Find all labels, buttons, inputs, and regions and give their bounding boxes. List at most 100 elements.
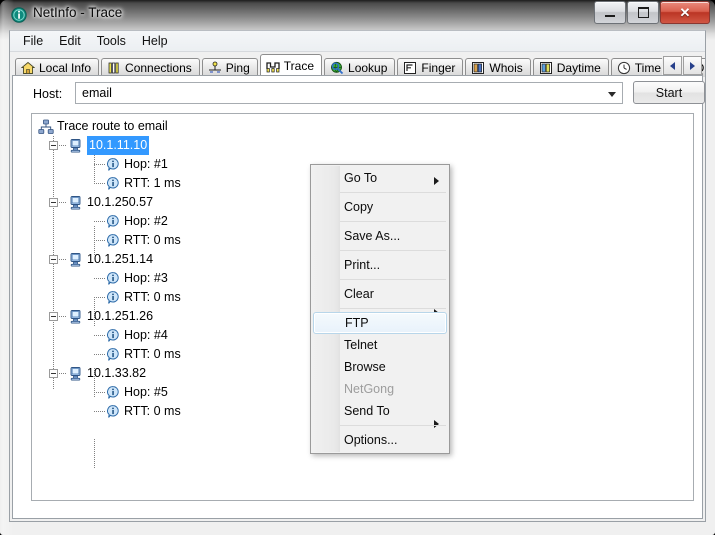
window-controls: ✕ [593,1,710,24]
tree-node-ip[interactable]: 10.1.33.82 [87,364,146,383]
tree-hop-label: Hop: #5 [124,383,168,402]
tree-connector [59,145,67,146]
close-button[interactable]: ✕ [660,1,710,24]
tab-label: Finger [421,62,455,74]
scroll-tabs-right-button[interactable] [683,56,702,75]
tree-node-ip[interactable]: 10.1.251.26 [87,307,153,326]
tree-hop-label: Hop: #4 [124,326,168,345]
ctx-ftp[interactable]: FTP [313,312,447,334]
tab-label: Daytime [557,62,601,74]
connections-icon [107,61,121,75]
host-label: Host: [33,87,62,101]
collapse-toggle[interactable] [49,198,58,207]
chevron-left-icon [670,62,675,70]
tab-label: Ping [226,62,250,74]
tree-node-ip[interactable]: 10.1.251.14 [87,250,153,269]
trace-icon [266,59,280,73]
close-icon: ✕ [680,6,691,19]
tree-hop-label: Hop: #3 [124,269,168,288]
daytime-icon [539,61,553,75]
tab-label: Whois [489,62,522,74]
host-input[interactable]: email [82,86,112,100]
ctx-print[interactable]: Print... [311,254,449,276]
collapse-toggle[interactable] [49,141,58,150]
tab-label: Local Info [39,62,91,74]
tab-trace[interactable]: Trace [260,54,322,77]
info-bubble-icon [105,214,121,230]
tab-label: Lookup [348,62,387,74]
tree-root-label: Trace route to email [57,117,168,136]
tree-node-ip[interactable]: 10.1.11.10 [87,136,149,155]
start-button[interactable]: Start [633,81,705,104]
menu-separator [340,279,446,280]
clock-icon [617,61,631,75]
tree-rtt-label: RTT: 1 ms [124,174,181,193]
host-combobox[interactable]: email [75,82,623,104]
maximize-button[interactable] [627,1,659,24]
tree-rtt-label: RTT: 0 ms [124,402,181,421]
ctx-save-as[interactable]: Save As... [311,225,449,247]
ctx-telnet[interactable]: Telnet [311,334,449,356]
ctx-send-to[interactable]: Send To [311,400,449,422]
tree-rtt-label: RTT: 0 ms [124,288,181,307]
tree-connector [59,373,67,374]
minimize-button[interactable] [594,1,626,24]
tree-node-ip[interactable]: 10.1.250.57 [87,193,153,212]
tree-root-item[interactable]: Trace route to email [32,117,693,136]
tree-hop-label: Hop: #1 [124,155,168,174]
tree-child-line [94,439,95,468]
title-bar[interactable]: NetInfo - Trace ✕ [0,0,715,30]
info-bubble-icon [105,157,121,173]
globe-search-icon [330,61,344,75]
collapse-toggle[interactable] [49,312,58,321]
ctx-browse[interactable]: Browse [311,356,449,378]
context-menu[interactable]: Go To Copy Save As... Print... Clear FTP… [310,164,450,454]
info-bubble-icon [105,347,121,363]
menu-separator [340,221,446,222]
window-title: NetInfo - Trace [33,5,122,20]
ctx-options[interactable]: Options... [311,429,449,451]
tab-label: Trace [284,60,314,72]
menu-separator [340,308,446,309]
info-bubble-icon [105,404,121,420]
scroll-tabs-left-button[interactable] [663,56,682,75]
info-bubble-icon [105,328,121,344]
tab-label: Connections [125,62,192,74]
info-bubble-icon [105,233,121,249]
collapse-toggle[interactable] [49,369,58,378]
tree-rtt-label: RTT: 0 ms [124,345,181,364]
menu-tools[interactable]: Tools [89,32,134,51]
menu-separator [340,425,446,426]
ping-icon [208,61,222,75]
maximize-icon [638,7,649,18]
info-bubble-icon [105,271,121,287]
tab-label: Time [635,62,661,74]
chevron-down-icon[interactable] [608,92,616,97]
ctx-clear[interactable]: Clear [311,283,449,305]
menu-help[interactable]: Help [134,32,176,51]
client-area: File Edit Tools Help Local Info [9,30,706,522]
menu-bar: File Edit Tools Help [10,31,705,52]
computer-icon [68,138,84,154]
tree-hop-node[interactable]: 10.1.11.10 [32,136,693,155]
host-row: Host: email Start [13,76,702,114]
menu-file[interactable]: File [15,32,51,51]
computer-icon [68,252,84,268]
menu-edit[interactable]: Edit [51,32,89,51]
computer-icon [68,309,84,325]
minimize-icon [605,15,615,17]
house-icon [21,61,35,75]
finger-icon [403,61,417,75]
menu-separator [340,250,446,251]
tree-hop-label: Hop: #2 [124,212,168,231]
computer-icon [68,366,84,382]
ctx-go-to[interactable]: Go To [311,167,449,189]
tree-rtt-label: RTT: 0 ms [124,231,181,250]
ctx-copy[interactable]: Copy [311,196,449,218]
collapse-toggle[interactable] [49,255,58,264]
computer-icon [68,195,84,211]
tree-connector [59,316,67,317]
tab-strip: Local Info Connections [10,52,705,77]
info-bubble-icon [105,385,121,401]
tree-connector [59,202,67,203]
